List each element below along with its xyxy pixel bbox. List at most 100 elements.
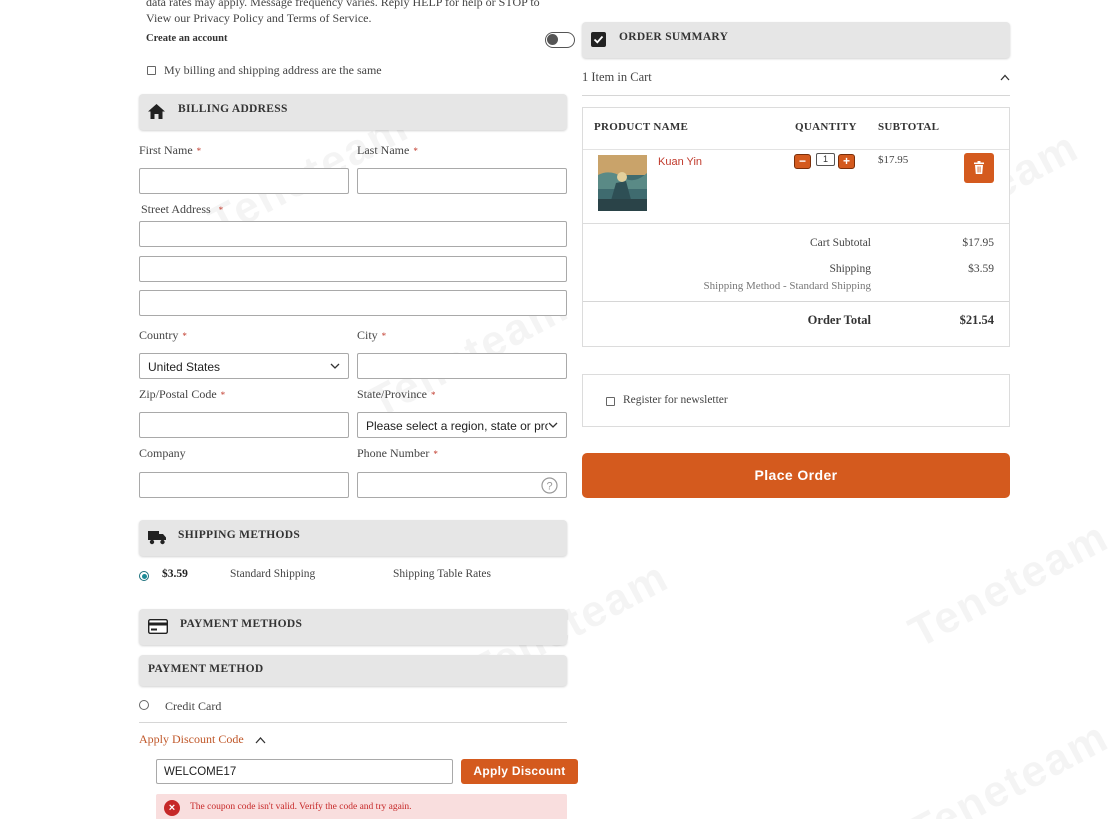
disclaimer-line-2: View our Privacy Policy and Terms of Ser… — [146, 11, 372, 25]
required-mark: * — [196, 146, 202, 156]
street-address-label: Street Address * — [141, 202, 223, 217]
zip-label: Zip/Postal Code * — [139, 387, 225, 402]
company-input[interactable] — [139, 472, 349, 498]
phone-input[interactable]: ? — [357, 472, 567, 498]
toggle-knob — [547, 34, 558, 45]
country-label: Country * — [139, 328, 187, 343]
credit-card-radio[interactable] — [139, 700, 149, 710]
state-label: State/Province * — [357, 387, 435, 402]
required-mark: * — [413, 146, 418, 156]
header-quantity: QUANTITY — [795, 121, 857, 133]
zip-input[interactable] — [139, 412, 349, 438]
coupon-error-text: The coupon code isn't valid. Verify the … — [190, 802, 412, 812]
create-account-label: Create an account — [146, 33, 228, 44]
place-order-button[interactable]: Place Order — [582, 453, 1010, 498]
apply-discount-toggle[interactable]: Apply Discount Code — [139, 732, 266, 747]
order-total-label: Order Total — [807, 313, 871, 327]
billing-same-checkbox[interactable] — [147, 66, 156, 75]
last-name-label-text: Last Name — [357, 143, 410, 157]
credit-card-icon — [148, 619, 168, 634]
item-subtotal: $17.95 — [878, 154, 909, 166]
required-mark: * — [433, 449, 438, 459]
company-label: Company — [139, 446, 186, 460]
cart-subtotal-label: Cart Subtotal — [809, 237, 871, 249]
shipping-label: Shipping — [829, 263, 871, 275]
newsletter-box: Register for newsletter — [582, 374, 1010, 427]
divider — [583, 301, 1009, 302]
product-name-link[interactable]: Kuan Yin — [658, 156, 702, 168]
street-address-line-1[interactable] — [139, 221, 567, 247]
shipping-methods-header: SHIPPING METHODS — [139, 520, 567, 556]
shipping-carrier-name: Shipping Table Rates — [393, 568, 492, 580]
payment-methods-title: PAYMENT METHODS — [180, 618, 303, 630]
divider — [583, 149, 1009, 150]
qty-decrease-button[interactable]: − — [794, 154, 811, 169]
shipping-methods-title: SHIPPING METHODS — [178, 529, 301, 541]
items-in-cart-toggle[interactable]: 1 Item in Cart — [582, 70, 1010, 92]
sms-disclaimer: data rates may apply. Message frequency … — [146, 0, 576, 26]
question-circle-icon[interactable]: ? — [541, 477, 558, 494]
shipping-method-note: Shipping Method - Standard Shipping — [703, 280, 871, 292]
city-input[interactable] — [357, 353, 567, 379]
required-mark: * — [381, 331, 387, 341]
items-in-cart-label: 1 Item in Cart — [582, 70, 652, 84]
shipping-method-name: Standard Shipping — [230, 568, 316, 580]
city-label-text: City — [357, 328, 378, 342]
chevron-down-icon — [548, 422, 558, 428]
shipping-method-radio[interactable] — [139, 571, 149, 581]
billing-address-header: BILLING ADDRESS — [139, 94, 567, 130]
street-address-line-3[interactable] — [139, 290, 567, 316]
required-mark: * — [430, 390, 436, 400]
header-product-name: PRODUCT NAME — [594, 121, 689, 133]
zip-label-text: Zip/Postal Code — [139, 387, 217, 401]
country-select[interactable]: United States — [139, 353, 349, 379]
remove-item-button[interactable] — [964, 153, 994, 183]
coupon-error-message: × The coupon code isn't valid. Verify th… — [156, 794, 567, 819]
order-summary-header: ORDER SUMMARY — [582, 22, 1010, 58]
newsletter-label: Register for newsletter — [623, 394, 728, 406]
totals-box: Cart Subtotal $17.95 Shipping $3.59 Ship… — [582, 224, 1010, 347]
first-name-input[interactable] — [139, 168, 349, 194]
discount-code-input[interactable]: WELCOME17 — [156, 759, 453, 784]
chevron-up-icon — [1000, 74, 1010, 81]
credit-card-label: Credit Card — [165, 699, 222, 713]
qty-increase-button[interactable]: + — [838, 154, 855, 169]
divider — [582, 95, 1010, 96]
qty-input[interactable]: 1 — [816, 153, 835, 166]
apply-discount-button[interactable]: Apply Discount — [461, 759, 578, 784]
phone-label-text: Phone Number — [357, 446, 430, 460]
checkbox-checked-icon — [591, 32, 606, 47]
discount-code-value: WELCOME17 — [164, 766, 237, 778]
newsletter-checkbox[interactable] — [606, 397, 615, 406]
required-mark: * — [182, 331, 187, 341]
city-label: City * — [357, 328, 386, 343]
svg-text:?: ? — [546, 481, 552, 493]
create-account-toggle[interactable] — [545, 32, 575, 48]
apply-discount-label: Apply Discount Code — [139, 732, 244, 746]
disclaimer-line-1: data rates may apply. Message frequency … — [146, 0, 540, 9]
cart-subtotal-value: $17.95 — [962, 237, 994, 249]
last-name-input[interactable] — [357, 168, 567, 194]
street-label-text: Street Address — [141, 202, 211, 216]
billing-same-label: My billing and shipping address are the … — [164, 63, 382, 77]
required-mark: * — [218, 205, 224, 215]
order-summary-title: ORDER SUMMARY — [619, 31, 729, 43]
trash-icon — [974, 161, 984, 174]
country-label-text: Country — [139, 328, 179, 342]
street-address-line-2[interactable] — [139, 256, 567, 282]
shipping-price: $3.59 — [162, 568, 188, 580]
payment-method-subtitle: PAYMENT METHOD — [148, 663, 264, 675]
watermark: Teneteam — [901, 712, 1110, 819]
payment-method-subheader: PAYMENT METHOD — [139, 655, 567, 686]
truck-icon — [148, 531, 166, 545]
watermark: Teneteam — [901, 512, 1110, 659]
product-thumbnail — [598, 155, 647, 211]
home-icon — [148, 104, 165, 119]
state-label-text: State/Province — [357, 387, 427, 401]
required-mark: * — [220, 390, 226, 400]
state-select-value: Please select a region, state or provinc… — [366, 419, 548, 433]
header-subtotal: SUBTOTAL — [878, 121, 940, 133]
state-select[interactable]: Please select a region, state or provinc… — [357, 412, 567, 438]
cart-items-table: PRODUCT NAME QUANTITY SUBTOTAL Kuan Yin … — [582, 107, 1010, 224]
country-select-value: United States — [148, 360, 221, 374]
